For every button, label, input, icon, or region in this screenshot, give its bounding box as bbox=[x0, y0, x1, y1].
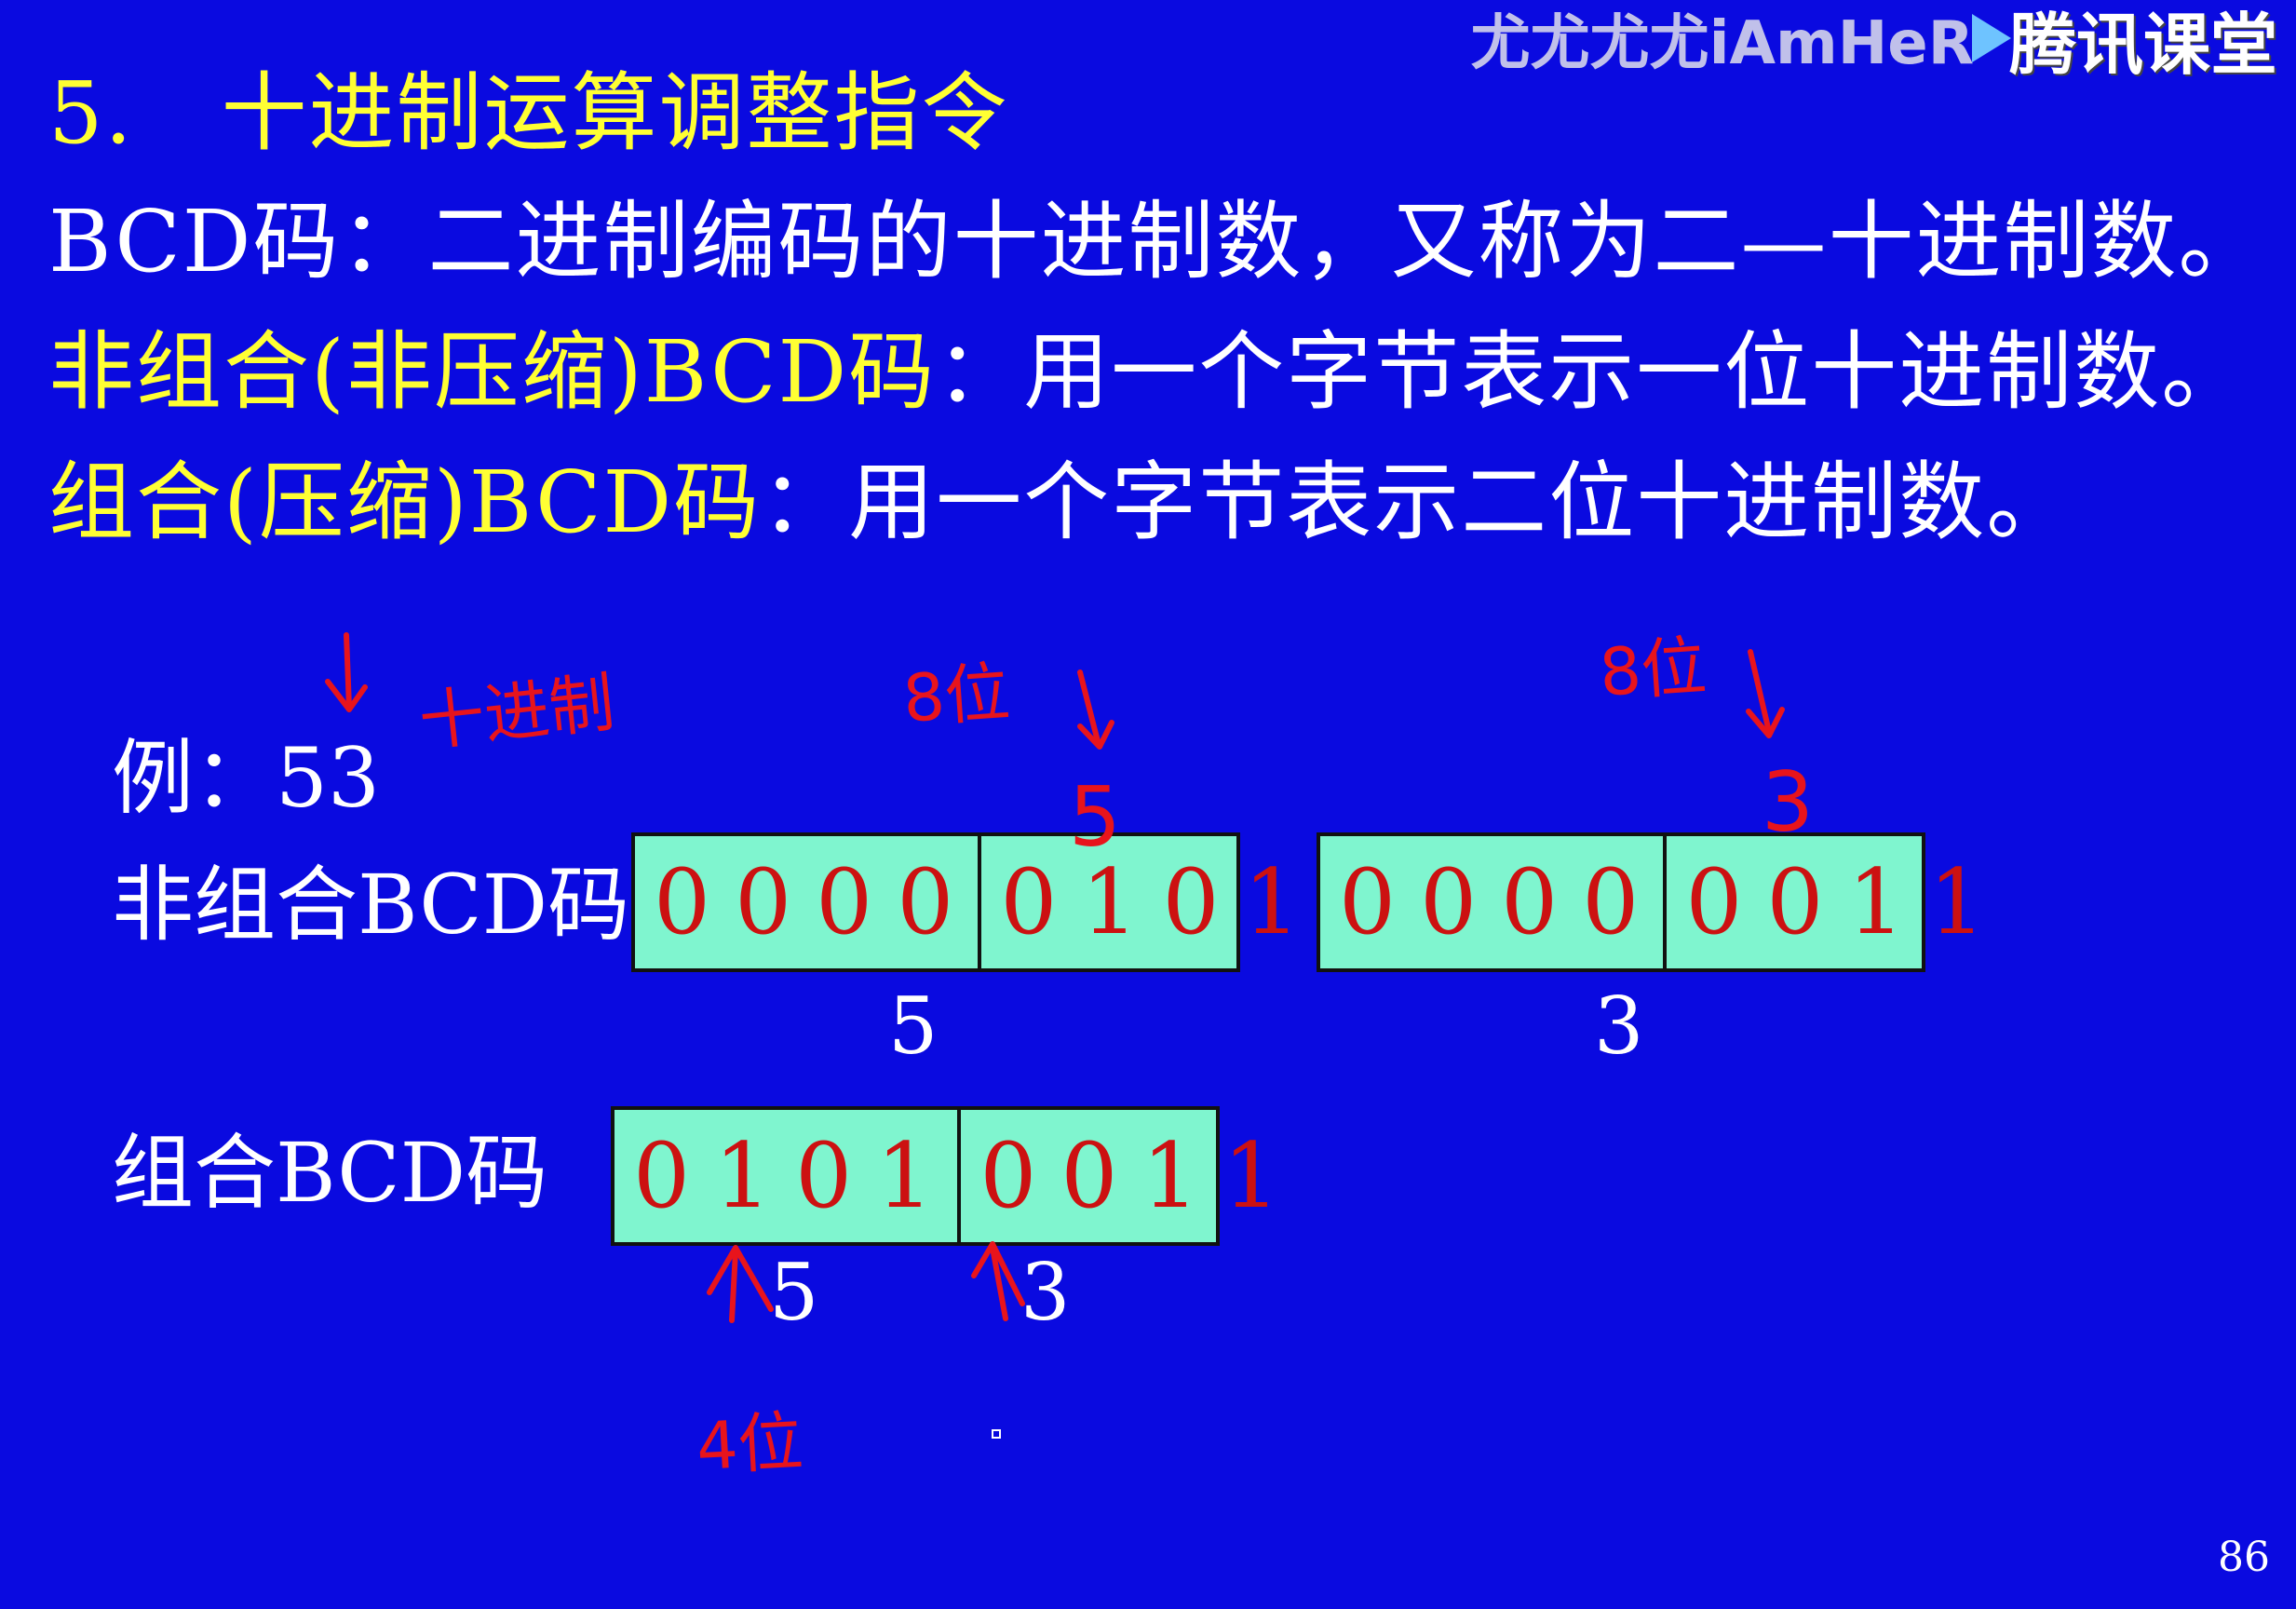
section-heading: 5. 十进制运算调整指令 bbox=[48, 71, 1009, 156]
high-nibble: 0000 bbox=[1339, 850, 1664, 954]
arrow-down-icon bbox=[1077, 669, 1101, 748]
definition-term: 组合(压缩)BCD码 bbox=[48, 453, 762, 552]
annotation-digit-3: 3 bbox=[1762, 754, 1814, 850]
definition-term: BCD码 bbox=[48, 192, 341, 291]
definition-text: 用一个字节表示一位十进制数。 bbox=[1023, 322, 2249, 422]
unpacked-byte-5: 0000 0101 bbox=[631, 832, 1301, 972]
video-watermark: 尤尤尤尤iAmHeR 腾讯课堂 bbox=[1471, 0, 2277, 84]
annotation-4-bits: 4位 bbox=[694, 1403, 805, 1485]
high-nibble: 0000 bbox=[654, 850, 979, 954]
page-number: 86 bbox=[2218, 1534, 2270, 1581]
example-label: 例：53 bbox=[112, 730, 380, 826]
definition-separator: ： bbox=[936, 322, 1024, 422]
annotation-8-bits: 8位 bbox=[1597, 628, 1709, 711]
unpacked-byte-3: 0000 0011 bbox=[1317, 832, 1986, 972]
definition-text: 二进制编码的十进制数，又称为二—十进制数。 bbox=[427, 192, 2266, 291]
unpacked-digit-label: 5 bbox=[888, 980, 939, 1072]
watermark-brand: 腾讯课堂 bbox=[2008, 5, 2277, 84]
definition-bcd: BCD码：二进制编码的十进制数，又称为二—十进制数。 bbox=[48, 199, 2266, 285]
cursor-dot-icon bbox=[992, 1429, 1001, 1439]
packed-digit-label: 3 bbox=[1020, 1247, 1071, 1338]
definition-packed-bcd: 组合(压缩)BCD码：用一个字节表示二位十进制数。 bbox=[48, 460, 2073, 546]
arrow-head-icon bbox=[1077, 720, 1114, 750]
low-nibble: 0011 bbox=[1663, 836, 2009, 968]
arrow-head-icon bbox=[325, 679, 368, 712]
high-nibble: 0101 bbox=[633, 1124, 958, 1228]
definition-term: 非组合(非压缩)BCD码 bbox=[48, 322, 937, 422]
packed-bcd-label: 组合BCD码 bbox=[112, 1125, 548, 1221]
heading-number: 5. bbox=[48, 63, 134, 163]
arrow-down-icon bbox=[1748, 649, 1772, 735]
arrow-head-icon bbox=[707, 1245, 774, 1312]
definition-unpacked-bcd: 非组合(非压缩)BCD码：用一个字节表示一位十进制数。 bbox=[48, 330, 2249, 415]
definition-separator: ： bbox=[761, 453, 849, 552]
play-logo-icon bbox=[1971, 14, 2011, 62]
arrow-up-icon bbox=[990, 1245, 1008, 1321]
annotation-digit-5: 5 bbox=[1069, 769, 1121, 865]
unpacked-digit-label: 3 bbox=[1594, 980, 1644, 1072]
lecture-slide: 尤尤尤尤iAmHeR 腾讯课堂 5. 十进制运算调整指令 BCD码：二进制编码的… bbox=[0, 0, 2296, 1609]
low-nibble: 0011 bbox=[957, 1110, 1303, 1242]
watermark-user: 尤尤尤尤iAmHeR bbox=[1470, 9, 1974, 78]
annotation-decimal: 十进制 bbox=[415, 664, 618, 761]
definition-separator: ： bbox=[340, 192, 428, 291]
arrow-head-icon bbox=[1746, 707, 1785, 738]
arrow-up-icon bbox=[729, 1249, 738, 1323]
arrow-head-icon bbox=[971, 1241, 1025, 1306]
low-nibble: 0101 bbox=[978, 836, 1324, 968]
annotation-8-bits: 8位 bbox=[900, 654, 1013, 737]
unpacked-bcd-label: 非组合BCD码 bbox=[112, 857, 630, 953]
definition-text: 用一个字节表示二位十进制数。 bbox=[848, 453, 2074, 552]
packed-byte: 0101 0011 bbox=[611, 1106, 1280, 1246]
packed-digit-label: 5 bbox=[769, 1247, 819, 1338]
heading-title: 十进制运算调整指令 bbox=[221, 63, 1009, 163]
arrow-down-icon bbox=[344, 632, 352, 710]
